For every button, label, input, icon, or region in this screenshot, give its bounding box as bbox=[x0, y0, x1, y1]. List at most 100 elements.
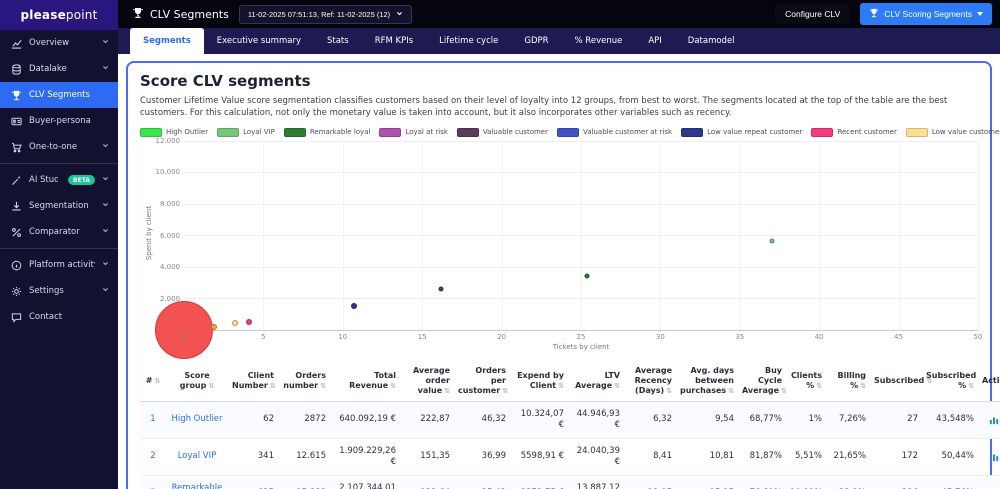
sort-icon[interactable]: ⇅ bbox=[154, 377, 160, 385]
legend-swatch bbox=[283, 127, 306, 137]
sort-icon[interactable]: ⇅ bbox=[208, 382, 214, 390]
sort-icon[interactable]: ⇅ bbox=[860, 382, 866, 390]
x-tick-label: 5 bbox=[261, 332, 266, 341]
tab[interactable]: % Revenue bbox=[562, 28, 636, 54]
table-cell: 151,35 bbox=[400, 437, 454, 476]
tab[interactable]: API bbox=[635, 28, 674, 54]
table-header-actions[interactable]: Actions⇅ bbox=[978, 360, 1000, 402]
gridline bbox=[422, 140, 424, 330]
sidebar-item-contact[interactable]: Contact bbox=[0, 304, 118, 330]
legend-item[interactable]: Low value repeat customer bbox=[681, 127, 802, 137]
chart-point[interactable] bbox=[231, 320, 238, 327]
sort-icon[interactable]: ⇅ bbox=[666, 387, 672, 395]
legend-item[interactable]: Low value customer bbox=[905, 127, 1000, 137]
legend-item[interactable]: Remarkable loyal bbox=[283, 127, 370, 137]
sidebar-item-overview[interactable]: Overview bbox=[0, 30, 118, 56]
legend-item[interactable]: Valuable customer bbox=[456, 127, 548, 137]
chart-point[interactable] bbox=[769, 238, 775, 244]
sort-icon[interactable]: ⇅ bbox=[728, 387, 734, 395]
header-label: Avg. days between purchases bbox=[680, 365, 734, 395]
trophy-icon bbox=[869, 8, 879, 20]
table-cell: 21,65% bbox=[826, 437, 870, 476]
clv-scoring-segments-button[interactable]: CLV Scoring Segments bbox=[860, 3, 992, 25]
view-stats-icon[interactable] bbox=[989, 452, 999, 462]
tab[interactable]: Executive summary bbox=[204, 28, 314, 54]
table-cell: 640.092,19 € bbox=[330, 400, 400, 439]
sort-icon[interactable]: ⇅ bbox=[390, 382, 396, 390]
table-header-buy-cycle-average[interactable]: Buy Cycle Average ⇅ bbox=[738, 360, 787, 402]
table-header-client-number[interactable]: Client Number ⇅ bbox=[228, 360, 278, 402]
legend-label: Low value customer bbox=[931, 128, 1000, 137]
tab[interactable]: RFM KPIs bbox=[362, 28, 426, 54]
table-cell: 15.888 bbox=[278, 474, 330, 489]
chevron-down-icon bbox=[102, 260, 110, 270]
tab[interactable]: Segments bbox=[130, 28, 204, 54]
sort-icon[interactable]: ⇅ bbox=[816, 382, 822, 390]
legend-item[interactable]: High Outlier bbox=[140, 127, 208, 137]
sort-icon[interactable]: ⇅ bbox=[444, 387, 450, 395]
table-header-subscribed[interactable]: Subscribed ⇅ bbox=[870, 360, 932, 402]
sidebar-item-ai-studio[interactable]: AI Studio BETA bbox=[0, 167, 118, 193]
legend-item[interactable]: Valuable customer at risk bbox=[556, 127, 672, 137]
sidebar-item-clv-segments[interactable]: CLV Segments bbox=[0, 82, 118, 108]
tab-bar: Segments Executive summary Stats RFM KPI… bbox=[118, 28, 1000, 54]
database-icon bbox=[11, 63, 22, 75]
table-header-average-order-value[interactable]: Average order value ⇅ bbox=[400, 360, 454, 402]
sort-icon[interactable]: ⇅ bbox=[968, 382, 974, 390]
sort-icon[interactable]: ⇅ bbox=[781, 387, 787, 395]
table-header-orders-number[interactable]: Orders number ⇅ bbox=[278, 360, 330, 402]
id-card-icon bbox=[11, 116, 22, 127]
sort-icon[interactable]: ⇅ bbox=[502, 387, 508, 395]
content-area: Score CLV segments Customer Lifetime Val… bbox=[118, 54, 1000, 489]
legend-swatch bbox=[681, 127, 704, 137]
chart-point[interactable] bbox=[584, 273, 590, 279]
sort-icon[interactable]: ⇅ bbox=[614, 382, 620, 390]
chart-point[interactable] bbox=[246, 318, 253, 325]
chart-point[interactable] bbox=[438, 286, 444, 292]
table-header-total-revenue[interactable]: Total Revenue ⇅ bbox=[330, 360, 400, 402]
x-tick-label: 40 bbox=[814, 332, 824, 341]
app-root: please point Overview Datalake CLV Segmen… bbox=[0, 0, 1000, 489]
legend-item[interactable]: Loyal VIP bbox=[217, 127, 275, 137]
legend-item[interactable]: Recent customer bbox=[811, 127, 897, 137]
sidebar-item-settings[interactable]: Settings bbox=[0, 278, 118, 304]
sidebar-item-one-to-one[interactable]: One-to-one bbox=[0, 134, 118, 160]
sort-icon[interactable]: ⇅ bbox=[558, 382, 564, 390]
chart-point[interactable] bbox=[155, 300, 213, 359]
date-range-selector[interactable]: 11-02-2025 07:51:13, Ref: 11-02-2025 (12… bbox=[238, 4, 413, 24]
table-cell[interactable]: High Outlier bbox=[166, 400, 228, 439]
sidebar-item-platform-activity[interactable]: Platform activity bbox=[0, 252, 118, 278]
table-header-average-recency-days[interactable]: Average Recency (Days) ⇅ bbox=[624, 360, 676, 402]
sidebar-item-segmentation[interactable]: Segmentation bbox=[0, 193, 118, 219]
sort-icon[interactable]: ⇅ bbox=[270, 382, 276, 390]
chart-point[interactable] bbox=[350, 303, 357, 310]
sidebar-item-buyer-persona[interactable]: Buyer-persona bbox=[0, 108, 118, 134]
table-header-ltv-average[interactable]: LTV Average ⇅ bbox=[568, 360, 624, 402]
x-tick-label: 35 bbox=[735, 332, 745, 341]
table-header-[interactable]: # ⇅ bbox=[140, 360, 166, 402]
sort-icon[interactable]: ⇅ bbox=[320, 382, 326, 390]
chevron-down-icon bbox=[396, 10, 403, 19]
table-header-score-group[interactable]: Score group ⇅ bbox=[166, 360, 228, 402]
table-cell[interactable]: Loyal VIP bbox=[166, 437, 228, 476]
table-cell: 62 bbox=[228, 400, 278, 439]
sidebar-item-comparator[interactable]: Comparator bbox=[0, 219, 118, 245]
chart-point[interactable] bbox=[211, 323, 218, 330]
configure-clv-button[interactable]: Configure CLV bbox=[775, 4, 851, 24]
sidebar-item-datalake[interactable]: Datalake bbox=[0, 56, 118, 82]
tab[interactable]: Lifetime cycle bbox=[426, 28, 511, 54]
table-cell[interactable]: Remarkable loyal bbox=[166, 474, 228, 489]
tab[interactable]: GDPR bbox=[511, 28, 561, 54]
legend-item[interactable]: Loyal at risk bbox=[379, 127, 448, 137]
tab[interactable]: Datamodel bbox=[675, 28, 748, 54]
table-header-avg-days-between-purchases[interactable]: Avg. days between purchases ⇅ bbox=[676, 360, 738, 402]
view-stats-icon[interactable] bbox=[989, 415, 999, 425]
table-header-clients[interactable]: Clients % ⇅ bbox=[786, 360, 826, 402]
table-cell: 24.040,39 € bbox=[568, 437, 624, 476]
table-header-billing[interactable]: Billing % ⇅ bbox=[826, 360, 870, 402]
table-header-orders-per-customer[interactable]: Orders per customer ⇅ bbox=[454, 360, 510, 402]
table-cell: 15,15 bbox=[676, 474, 738, 489]
brand-logo[interactable]: please point bbox=[0, 0, 118, 30]
table-header-expend-by-client[interactable]: Expend by Client ⇅ bbox=[510, 360, 568, 402]
tab[interactable]: Stats bbox=[314, 28, 362, 54]
